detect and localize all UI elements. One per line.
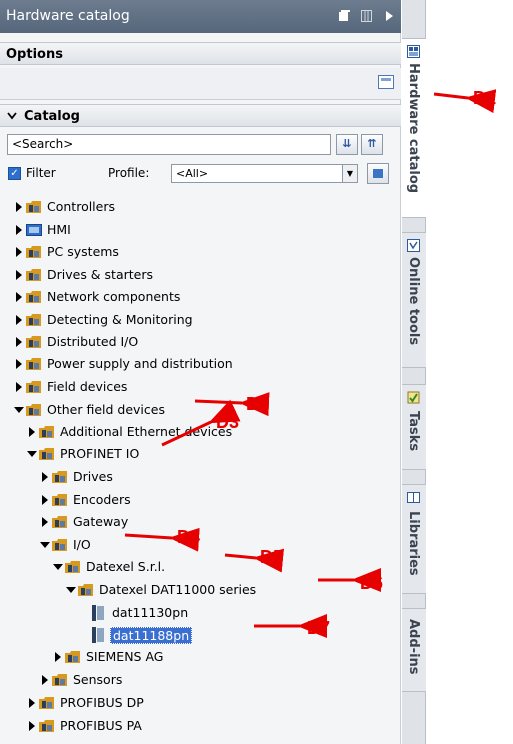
annotation-d6: D6 (360, 573, 384, 593)
arrow-d4 (124, 527, 200, 552)
annotation-d1: D1 (473, 88, 497, 108)
arrow-d3 (161, 399, 241, 447)
arrow-d5 (224, 548, 285, 573)
annotation-arrows (124, 89, 497, 638)
annotation-d5: D5 (260, 547, 284, 567)
annotation-d2: D2 (246, 394, 270, 414)
annotation-d4: D4 (177, 527, 201, 547)
arrow-d2 (194, 392, 270, 417)
annotation-d7: D7 (307, 618, 331, 638)
arrow-d1 (433, 89, 497, 114)
annotation-d3: D3 (216, 412, 240, 432)
